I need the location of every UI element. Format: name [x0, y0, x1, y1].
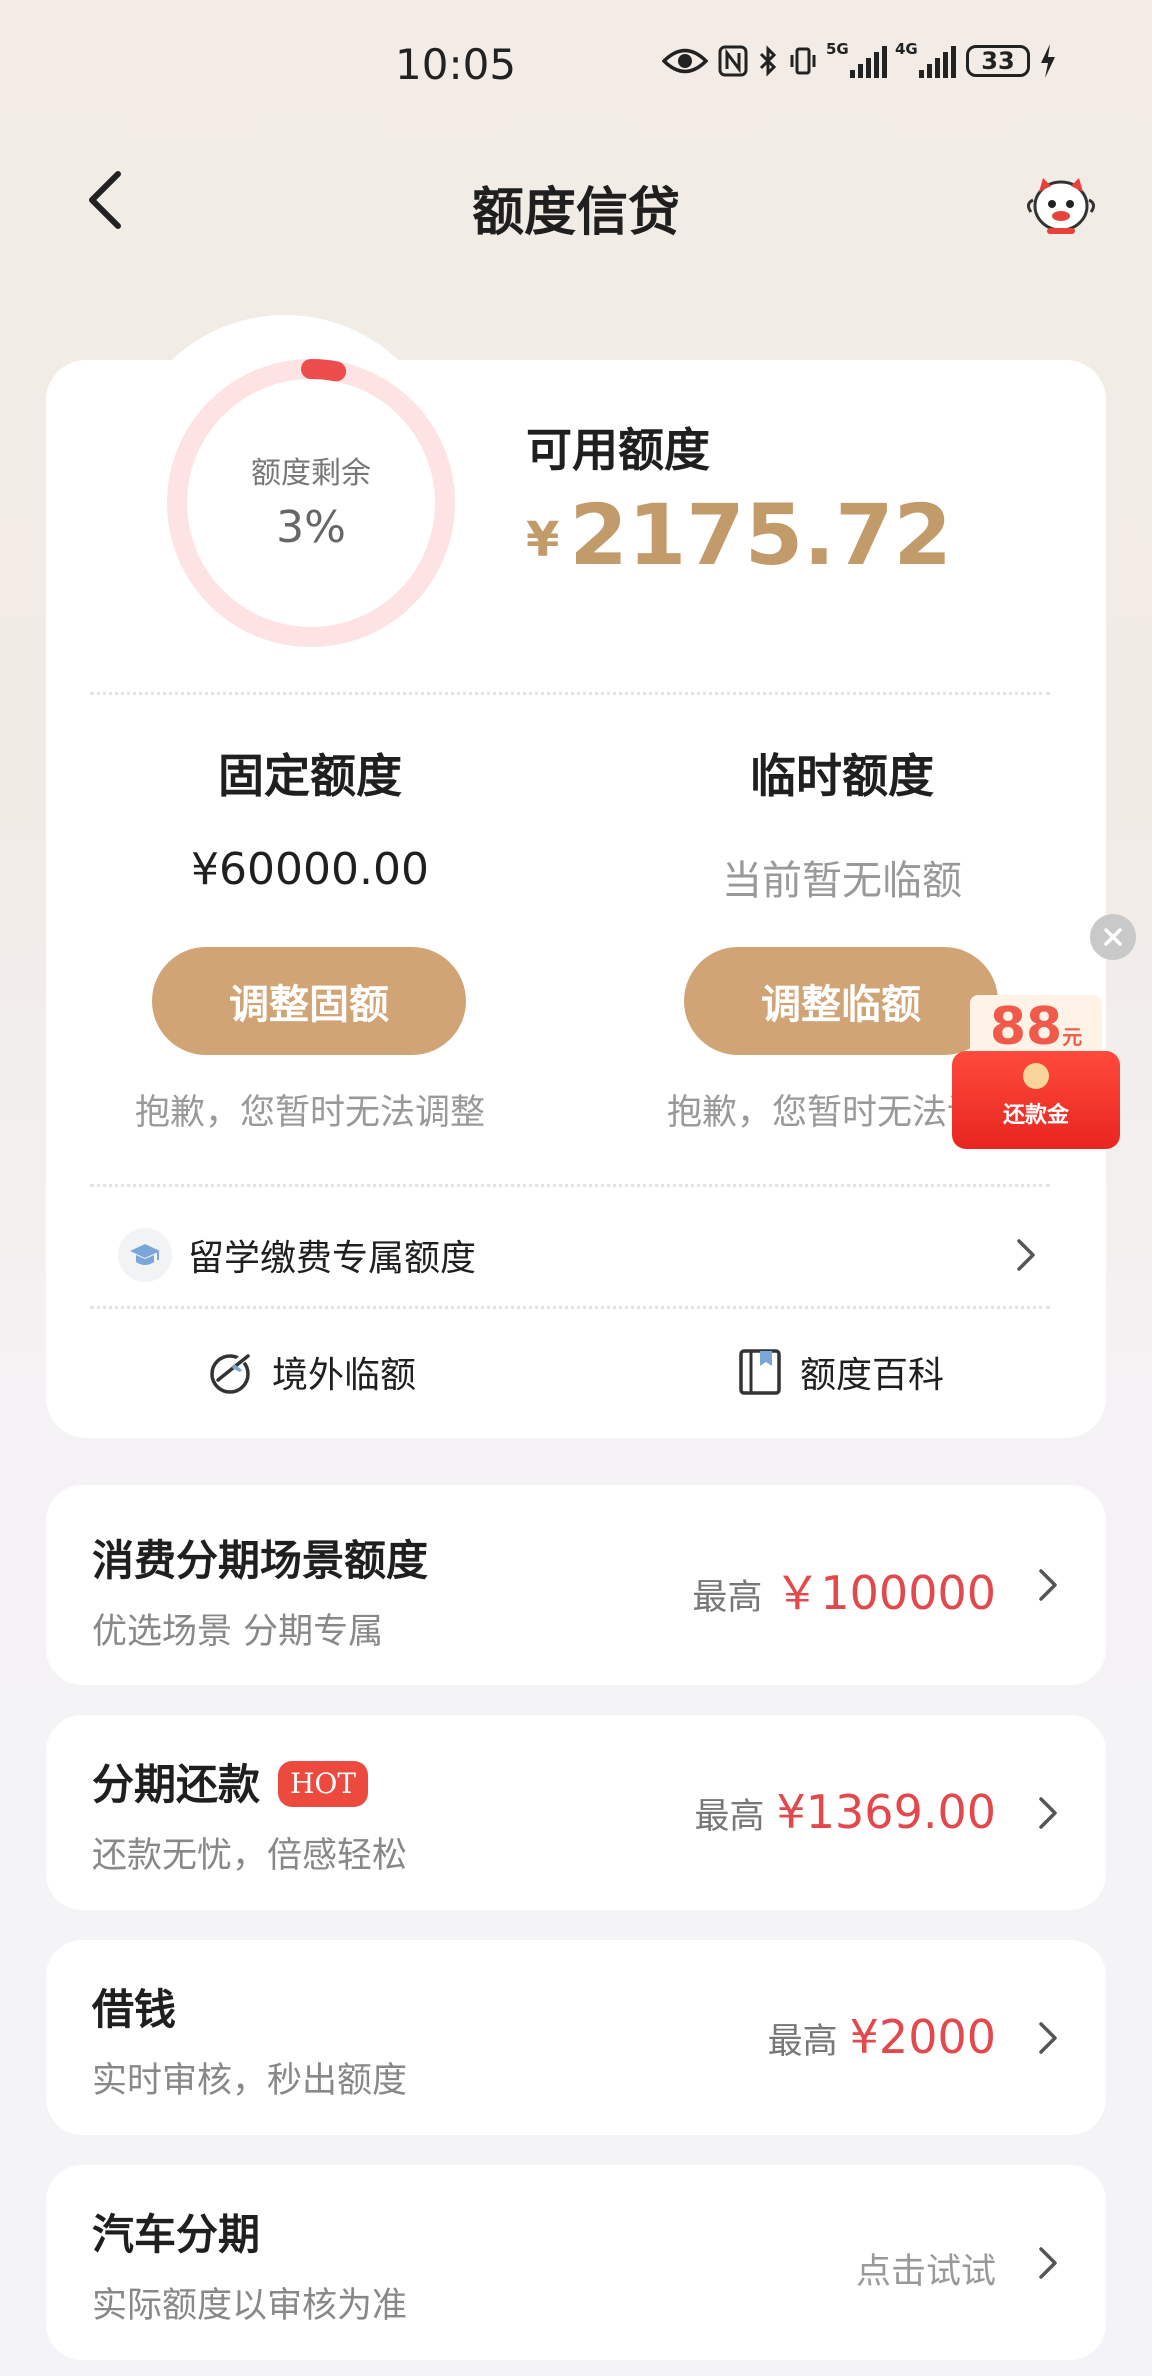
- study-abroad-quota-row[interactable]: 留学缴费专属额度: [118, 1225, 1038, 1285]
- close-icon: [1104, 928, 1122, 946]
- ring-label: 额度剩余: [251, 456, 371, 491]
- red-packet-unit: 元: [1062, 1025, 1083, 1049]
- max-value: ¥2000: [849, 2010, 996, 2064]
- max-prefix: 最高: [692, 1578, 763, 1618]
- study-abroad-label: 留学缴费专属额度: [188, 1238, 477, 1279]
- card-subtitle: 优选场景 分期专属: [92, 1612, 384, 1652]
- max-value: ￥100000: [774, 1566, 996, 1620]
- chevron-right-icon[interactable]: [1014, 1235, 1038, 1275]
- chevron-right-icon[interactable]: [1036, 2243, 1060, 2283]
- card-subtitle: 实时审核，秒出额度: [92, 2061, 408, 2101]
- fixed-quota-value: ¥60000.00: [191, 844, 429, 895]
- available-amount-value: 2175.72: [569, 486, 952, 584]
- fixed-quota-title: 固定额度: [218, 749, 402, 803]
- repayment-red-packet[interactable]: 88元 还款金: [952, 995, 1120, 1149]
- red-packet-close-button[interactable]: [1090, 914, 1136, 960]
- red-packet-amount: 88元: [952, 997, 1120, 1057]
- signal-4g-label: 4G: [895, 40, 918, 58]
- red-packet-label: 还款金: [1002, 1103, 1069, 1128]
- available-label: 可用额度: [526, 423, 710, 477]
- battery-icon: 33: [966, 45, 1030, 77]
- book-icon: [739, 1349, 781, 1395]
- mascot-assistant-icon[interactable]: [1025, 172, 1097, 236]
- card-title: 分期还款 HOT: [92, 1751, 369, 1812]
- card-title: 汽车分期: [92, 2210, 261, 2259]
- temp-quota-title: 临时额度: [750, 749, 934, 803]
- card-title: 借钱: [92, 1985, 177, 2034]
- ring-percent: 3%: [276, 502, 346, 553]
- red-packet-amount-value: 88: [989, 997, 1063, 1057]
- adjust-temp-button[interactable]: 调整临额: [684, 947, 998, 1055]
- max-prefix: 最高: [694, 1797, 765, 1837]
- status-icons: 5G 4G 33: [662, 40, 1056, 78]
- card-action: 点击试试: [856, 2243, 996, 2294]
- vibrate-icon: [790, 47, 816, 75]
- red-packet-seal-icon: [1023, 1063, 1049, 1089]
- fixed-adjust-note: 抱歉，您暂时无法调整: [134, 1093, 485, 1133]
- car-installment-card[interactable]: 汽车分期 实际额度以审核为准 点击试试: [46, 2165, 1106, 2360]
- card-max-amount: 最高 ￥100000: [692, 1557, 996, 1623]
- charging-icon: [1041, 44, 1055, 78]
- max-value: ¥1369.00: [776, 1785, 997, 1839]
- card-title: 消费分期场景额度: [92, 1536, 429, 1585]
- plane-globe-icon: [210, 1352, 250, 1394]
- adjust-fixed-button[interactable]: 调整固额: [152, 947, 466, 1055]
- installment-scene-quota-card[interactable]: 消费分期场景额度 优选场景 分期专属 最高 ￥100000: [46, 1485, 1106, 1685]
- signal-4g-icon: 4G: [895, 40, 956, 78]
- nfc-icon: [718, 45, 748, 77]
- try-it-label: 点击试试: [855, 2252, 996, 2292]
- available-amount: ¥2175.72: [526, 486, 952, 584]
- currency-symbol: ¥: [526, 512, 560, 568]
- temp-quota-value: 当前暂无临额: [722, 858, 962, 904]
- card-title-text: 分期还款: [92, 1760, 261, 1809]
- divider: [90, 692, 1050, 695]
- status-time: 10:05: [395, 40, 517, 89]
- chevron-right-icon[interactable]: [1036, 1565, 1060, 1605]
- quota-encyclopedia-link[interactable]: 额度百科: [738, 1346, 944, 1398]
- card-max-amount: 最高 ¥2000: [768, 2010, 996, 2064]
- hot-badge: HOT: [278, 1761, 369, 1807]
- card-max-amount: 最高 ¥1369.00: [694, 1785, 996, 1839]
- signal-5g-label: 5G: [826, 40, 849, 58]
- borrow-money-card[interactable]: 借钱 实时审核，秒出额度 最高 ¥2000: [46, 1940, 1106, 2135]
- card-subtitle: 实际额度以审核为准: [92, 2286, 408, 2326]
- red-packet-envelope: 还款金: [952, 1051, 1120, 1149]
- installment-repayment-card[interactable]: 分期还款 HOT 还款无忧，倍感轻松 最高 ¥1369.00: [46, 1715, 1106, 1910]
- divider: [90, 1184, 1050, 1187]
- chevron-right-icon[interactable]: [1036, 1793, 1060, 1833]
- max-prefix: 最高: [767, 2022, 838, 2062]
- quota-encyclopedia-label: 额度百科: [800, 1355, 945, 1396]
- graduation-cap-icon: [118, 1228, 172, 1282]
- signal-5g-icon: 5G: [826, 40, 887, 78]
- card-subtitle: 还款无忧，倍感轻松: [92, 1836, 408, 1876]
- page-title: 额度信贷: [471, 183, 680, 243]
- overseas-temp-quota-label: 境外临额: [272, 1355, 417, 1396]
- chevron-right-icon[interactable]: [1036, 2018, 1060, 2058]
- eye-icon: [662, 48, 708, 74]
- bluetooth-icon: [759, 45, 777, 77]
- overseas-temp-quota-link[interactable]: 境外临额: [206, 1346, 416, 1398]
- status-bar: 10:05 5G 4G 33: [0, 0, 1152, 130]
- divider: [90, 1306, 1050, 1309]
